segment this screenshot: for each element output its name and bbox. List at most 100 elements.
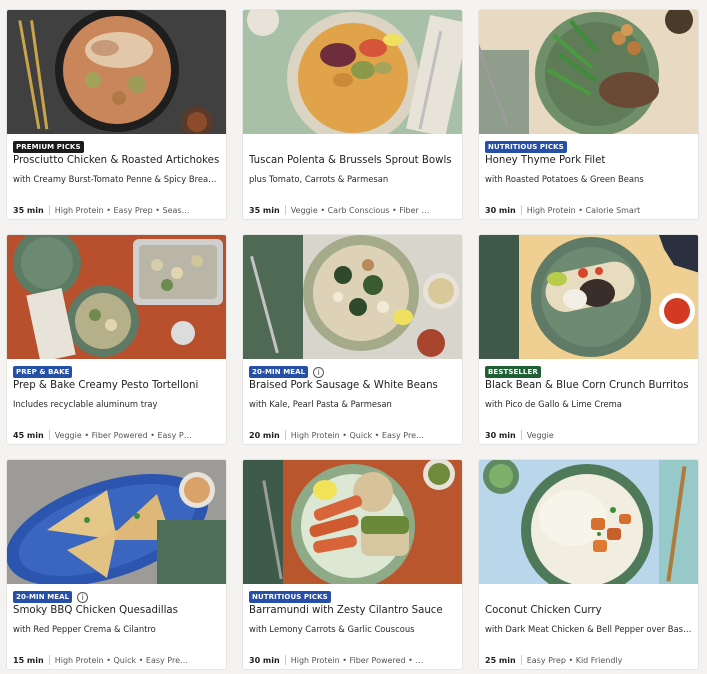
recipe-meta: 35 min Veggie • Carb Conscious • Fiber … <box>249 205 456 215</box>
recipe-card[interactable]: Tuscan Polenta & Brussels Sprout Bowls p… <box>242 9 463 220</box>
recipe-card-body: PREMIUM PICKS Prosciutto Chicken & Roast… <box>7 134 226 219</box>
recipe-card-body: BESTSELLER Black Bean & Blue Corn Crunch… <box>479 359 698 444</box>
recipe-card-body: 20-MIN MEAL i Smoky BBQ Chicken Quesadill… <box>7 584 226 669</box>
recipe-grid: PREMIUM PICKS Prosciutto Chicken & Roast… <box>0 0 707 674</box>
recipe-card[interactable]: NUTRITIOUS PICKS Barramundi with Zesty C… <box>242 459 463 670</box>
recipe-subtitle: Includes recyclable aluminum tray <box>13 399 158 409</box>
recipe-badge: PREMIUM PICKS <box>13 141 84 153</box>
recipe-card[interactable]: NUTRITIOUS PICKS Honey Thyme Pork Filet … <box>478 9 699 220</box>
recipe-subtitle: with Dark Meat Chicken & Bell Pepper ove… <box>485 624 692 634</box>
recipe-tags: High Protein • Easy Prep • Seas… <box>54 205 190 215</box>
cook-time: 45 min <box>13 430 44 440</box>
recipe-card[interactable]: 20-MIN MEAL i Braised Pork Sausage & Whit… <box>242 234 463 445</box>
recipe-photo[interactable] <box>7 235 226 359</box>
recipe-tags: High Protein • Quick • Easy Pre… <box>290 430 425 440</box>
meta-divider <box>48 205 50 215</box>
badge-row: 20-MIN MEAL i <box>13 591 89 603</box>
recipe-photo[interactable] <box>7 460 226 584</box>
badge-row: 20-MIN MEAL i <box>249 366 325 378</box>
recipe-meta: 20 min High Protein • Quick • Easy Pre… <box>249 430 456 440</box>
info-icon[interactable]: i <box>77 591 89 603</box>
meta-divider <box>284 430 286 440</box>
badge-row: NUTRITIOUS PICKS <box>249 591 331 603</box>
recipe-meta: 30 min High Protein • Fiber Powered • … <box>249 655 456 665</box>
recipe-photo-art <box>479 235 698 359</box>
recipe-card-body: NUTRITIOUS PICKS Barramundi with Zesty C… <box>243 584 462 669</box>
recipe-card-body: NUTRITIOUS PICKS Honey Thyme Pork Filet … <box>479 134 698 219</box>
recipe-title[interactable]: Prep & Bake Creamy Pesto Tortelloni <box>13 380 220 391</box>
recipe-photo[interactable] <box>479 460 698 584</box>
recipe-photo[interactable] <box>243 10 462 134</box>
recipe-tags: Veggie • Carb Conscious • Fiber … <box>290 205 430 215</box>
meta-divider <box>284 655 286 665</box>
recipe-card[interactable]: BESTSELLER Black Bean & Blue Corn Crunch… <box>478 234 699 445</box>
recipe-title[interactable]: Coconut Chicken Curry <box>485 605 692 616</box>
recipe-title[interactable]: Honey Thyme Pork Filet <box>485 155 692 166</box>
recipe-subtitle: with Pico de Gallo & Lime Crema <box>485 399 622 409</box>
recipe-meta: 35 min High Protein • Easy Prep • Seas… <box>13 205 220 215</box>
recipe-badge: NUTRITIOUS PICKS <box>249 591 331 603</box>
meta-divider <box>520 655 522 665</box>
cook-time: 35 min <box>249 205 280 215</box>
badge-row: BESTSELLER <box>485 366 541 378</box>
recipe-photo-art <box>243 10 462 134</box>
recipe-tags: High Protein • Calorie Smart <box>526 205 641 215</box>
recipe-meta: 15 min High Protein • Quick • Easy Pre… <box>13 655 220 665</box>
recipe-card[interactable]: Coconut Chicken Curry with Dark Meat Chi… <box>478 459 699 670</box>
recipe-card[interactable]: 20-MIN MEAL i Smoky BBQ Chicken Quesadill… <box>6 459 227 670</box>
recipe-title[interactable]: Braised Pork Sausage & White Beans <box>249 380 456 391</box>
cook-time: 35 min <box>13 205 44 215</box>
recipe-subtitle: with Roasted Potatoes & Green Beans <box>485 174 644 184</box>
recipe-subtitle: plus Tomato, Carrots & Parmesan <box>249 174 389 184</box>
badge-row: PREP & BAKE <box>13 366 73 378</box>
cook-time: 20 min <box>249 430 280 440</box>
recipe-title[interactable]: Tuscan Polenta & Brussels Sprout Bowls <box>249 155 456 166</box>
recipe-title[interactable]: Black Bean & Blue Corn Crunch Burritos <box>485 380 692 391</box>
recipe-subtitle: with Red Pepper Crema & Cilantro <box>13 624 156 634</box>
recipe-tags: High Protein • Fiber Powered • … <box>290 655 424 665</box>
meta-divider <box>520 205 522 215</box>
recipe-card[interactable]: PREMIUM PICKS Prosciutto Chicken & Roast… <box>6 9 227 220</box>
recipe-badge: BESTSELLER <box>485 366 541 378</box>
recipe-card-body: PREP & BAKE Prep & Bake Creamy Pesto Tor… <box>7 359 226 444</box>
recipe-photo[interactable] <box>7 10 226 134</box>
recipe-tags: Veggie • Fiber Powered • Easy P… <box>54 430 192 440</box>
recipe-photo-art <box>243 460 462 584</box>
recipe-subtitle: with Kale, Pearl Pasta & Parmesan <box>249 399 392 409</box>
meta-divider <box>520 430 522 440</box>
recipe-card-body: 20-MIN MEAL i Braised Pork Sausage & Whit… <box>243 359 462 444</box>
recipe-photo[interactable] <box>243 460 462 584</box>
recipe-card-body: Tuscan Polenta & Brussels Sprout Bowls p… <box>243 134 462 219</box>
recipe-subtitle: with Creamy Burst-Tomato Penne & Spicy B… <box>13 174 220 184</box>
cook-time: 30 min <box>249 655 280 665</box>
cook-time: 15 min <box>13 655 44 665</box>
recipe-photo[interactable] <box>243 235 462 359</box>
cook-time: 25 min <box>485 655 516 665</box>
recipe-photo[interactable] <box>479 235 698 359</box>
recipe-badge: NUTRITIOUS PICKS <box>485 141 567 153</box>
recipe-tags: High Protein • Quick • Easy Pre… <box>54 655 189 665</box>
recipe-tags: Veggie <box>526 430 554 440</box>
recipe-card-body: Coconut Chicken Curry with Dark Meat Chi… <box>479 584 698 669</box>
recipe-photo-art <box>479 460 698 584</box>
recipe-subtitle: with Lemony Carrots & Garlic Couscous <box>249 624 415 634</box>
recipe-meta: 25 min Easy Prep • Kid Friendly <box>485 655 692 665</box>
recipe-photo-art <box>479 10 698 134</box>
recipe-title[interactable]: Prosciutto Chicken & Roasted Artichokes <box>13 155 220 166</box>
meta-divider <box>284 205 286 215</box>
recipe-photo-art <box>7 460 226 584</box>
recipe-meta: 30 min High Protein • Calorie Smart <box>485 205 692 215</box>
cook-time: 30 min <box>485 205 516 215</box>
recipe-badge: PREP & BAKE <box>13 366 73 378</box>
recipe-title[interactable]: Smoky BBQ Chicken Quesadillas <box>13 605 220 616</box>
badge-row: PREMIUM PICKS <box>13 141 84 153</box>
cook-time: 30 min <box>485 430 516 440</box>
recipe-photo-art <box>7 235 226 359</box>
recipe-meta: 45 min Veggie • Fiber Powered • Easy P… <box>13 430 220 440</box>
meta-divider <box>48 430 50 440</box>
recipe-title[interactable]: Barramundi with Zesty Cilantro Sauce <box>249 605 456 616</box>
recipe-card[interactable]: PREP & BAKE Prep & Bake Creamy Pesto Tor… <box>6 234 227 445</box>
recipe-meta: 30 min Veggie <box>485 430 692 440</box>
info-icon[interactable]: i <box>313 366 325 378</box>
recipe-photo[interactable] <box>479 10 698 134</box>
